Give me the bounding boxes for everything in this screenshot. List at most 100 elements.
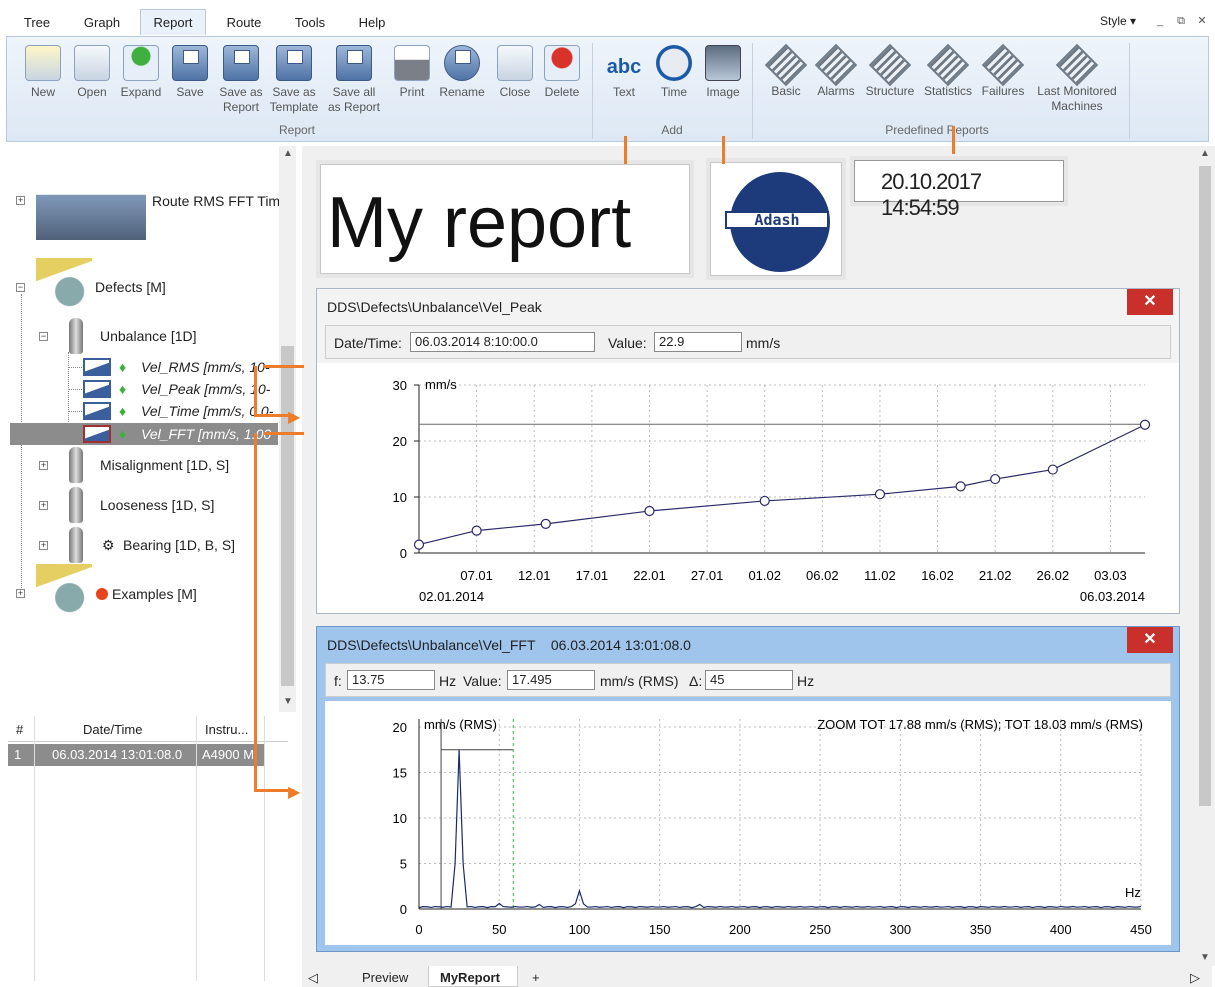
col-header-datetime[interactable]: Date/Time <box>83 722 142 737</box>
minimize-button[interactable]: _ <box>1153 14 1167 28</box>
x-tick-label: 400 <box>1050 922 1072 937</box>
x-tick-label: 27.01 <box>691 568 724 583</box>
tree-unbalance[interactable]: Unbalance [1D] <box>100 328 197 344</box>
scroll-thumb[interactable] <box>1199 166 1211 806</box>
failures-button[interactable]: Failures <box>977 43 1029 99</box>
fft-spectrum-window[interactable]: DDS\Defects\Unbalance\Vel_FFT 06.03.2014… <box>316 626 1180 952</box>
alarms-button[interactable]: Alarms <box>814 43 858 99</box>
tab-report[interactable]: Report <box>140 9 206 35</box>
tab-preview[interactable]: Preview <box>362 970 408 985</box>
close-button[interactable]: Close <box>493 45 537 100</box>
value-field[interactable]: 17.495 <box>507 670 595 690</box>
x-tick-label: 100 <box>569 922 591 937</box>
style-menu[interactable]: Style ▾ <box>1100 14 1136 28</box>
callout-arrow <box>254 433 257 789</box>
tab-tools[interactable]: Tools <box>288 10 332 36</box>
report-title-box[interactable]: My report <box>320 164 690 274</box>
close-peak-window-button[interactable]: ✕ <box>1127 289 1173 315</box>
col-header-instrument[interactable]: Instru... <box>205 722 248 737</box>
add-time-button[interactable]: Time <box>652 45 696 100</box>
save-button[interactable]: Save <box>168 45 212 100</box>
tree-looseness[interactable]: Looseness [1D, S] <box>100 497 214 513</box>
tree-vel-rms[interactable]: Vel_RMS [mm/s, 10- <box>141 359 270 375</box>
save-as-report-icon <box>223 45 259 81</box>
save-all-button[interactable]: Save all as Report <box>325 45 383 115</box>
datetime-label: Date/Time: <box>334 335 402 351</box>
expand-button[interactable]: Expand <box>119 45 163 100</box>
tree-vel-peak[interactable]: Vel_Peak [mm/s, 10- <box>141 381 270 397</box>
report-icon <box>868 43 912 87</box>
separator <box>752 43 753 139</box>
tab-scroll-left-icon[interactable]: ◁ <box>308 970 318 986</box>
rename-button[interactable]: Rename <box>437 45 487 100</box>
basic-button[interactable]: Basic <box>764 43 808 99</box>
tree-bearing[interactable]: Bearing [1D, B, S] <box>123 537 235 553</box>
add-image-button[interactable]: Image <box>701 45 745 100</box>
tab-myreport[interactable]: MyReport <box>440 970 500 985</box>
data-point <box>413 539 425 550</box>
print-button[interactable]: Print <box>390 45 434 100</box>
tab-help[interactable]: Help <box>352 10 392 36</box>
x-tick-label: 350 <box>970 922 992 937</box>
add-text-button[interactable]: abc Text <box>602 45 646 100</box>
add-tab-button[interactable]: + <box>532 970 540 985</box>
close-fft-window-button[interactable]: ✕ <box>1127 627 1173 653</box>
datetime-field[interactable]: 06.03.2014 8:10:00.0 <box>410 332 595 352</box>
main-scrollbar[interactable]: ▲ ▼ <box>1195 146 1215 966</box>
expand-toggle[interactable]: + <box>39 501 48 510</box>
delete-button[interactable]: Delete <box>540 45 584 100</box>
close-window-button[interactable]: ✕ <box>1195 14 1209 28</box>
col-header-index[interactable]: # <box>16 722 23 737</box>
x-tick-label: 16.02 <box>921 568 954 583</box>
delta-field[interactable]: 45 <box>705 670 793 690</box>
value-field[interactable]: 22.9 <box>654 332 742 352</box>
tab-graph[interactable]: Graph <box>78 10 126 36</box>
value-label: Value: <box>608 335 647 351</box>
sensor-ok-icon: ♦ <box>119 359 127 375</box>
save-as-template-button[interactable]: Save as Template <box>269 45 319 115</box>
new-button[interactable]: New <box>21 45 65 100</box>
open-button[interactable]: Open <box>70 45 114 100</box>
scroll-thumb[interactable] <box>281 346 294 686</box>
x-tick-label: 03.03 <box>1094 568 1127 583</box>
row-datetime: 06.03.2014 13:01:08.0 <box>52 747 183 762</box>
series-line <box>418 424 1146 546</box>
x-tick-label: 17.01 <box>576 568 609 583</box>
rename-icon <box>444 45 480 81</box>
collapse-toggle[interactable]: − <box>16 283 25 292</box>
tree-scrollbar[interactable]: ▲ ▼ <box>279 146 296 712</box>
timestamp-box[interactable]: 20.10.2017 14:54:59 <box>854 160 1064 220</box>
peak-trend-window[interactable]: DDS\Defects\Unbalance\Vel_Peak ✕ Date/Ti… <box>316 288 1180 614</box>
restore-button[interactable]: ⧉ <box>1174 14 1188 28</box>
tree-vel-fft[interactable]: Vel_FFT [mm/s, 1.00 <box>141 426 271 442</box>
y-axis-label: mm/s <box>425 377 457 392</box>
scroll-up-icon[interactable]: ▲ <box>1200 148 1210 159</box>
logo-box[interactable]: Adash <box>710 162 842 276</box>
collapse-toggle[interactable]: − <box>39 332 48 341</box>
scroll-down-icon[interactable]: ▼ <box>283 696 293 707</box>
menu-bar: Tree Graph Report Route Tools Help Style… <box>0 0 1215 36</box>
statistics-button[interactable]: Statistics <box>920 43 976 99</box>
tab-tree[interactable]: Tree <box>18 10 56 36</box>
tree-examples[interactable]: Examples [M] <box>112 586 197 602</box>
fft-spectrum-chart[interactable]: 0 50 100 150 200 250 300 350 400 450 0 5 10 15 20 mm/s … <box>325 701 1171 945</box>
tree-route[interactable]: Route RMS FFT Tim <box>152 193 280 209</box>
tree-defects[interactable]: Defects [M] <box>95 279 166 295</box>
expand-toggle[interactable]: + <box>39 461 48 470</box>
expand-toggle[interactable]: + <box>16 196 25 205</box>
text-icon: abc <box>606 56 642 78</box>
tab-route[interactable]: Route <box>220 10 268 36</box>
expand-toggle[interactable]: + <box>39 541 48 550</box>
peak-trend-chart[interactable]: 07.01 12.01 17.01 22.01 27.01 01.02 06.02 11.02… <box>317 363 1179 613</box>
structure-button[interactable]: Structure <box>862 43 918 99</box>
report-icon <box>814 43 858 87</box>
save-as-report-button[interactable]: Save as Report <box>217 45 265 115</box>
scroll-up-icon[interactable]: ▲ <box>283 148 293 159</box>
tab-scroll-right-icon[interactable]: ▷ <box>1190 970 1200 986</box>
frequency-field[interactable]: 13.75 <box>347 670 435 690</box>
last-monitored-button[interactable]: Last Monitored Machines <box>1031 43 1123 114</box>
scroll-down-icon[interactable]: ▼ <box>1200 952 1210 963</box>
expand-toggle[interactable]: + <box>16 589 25 598</box>
peak-plot-area: 07.01 12.01 17.01 22.01 27.01 01.02 06.02 11.02… <box>317 363 1179 613</box>
tree-misalignment[interactable]: Misalignment [1D, S] <box>100 457 229 473</box>
